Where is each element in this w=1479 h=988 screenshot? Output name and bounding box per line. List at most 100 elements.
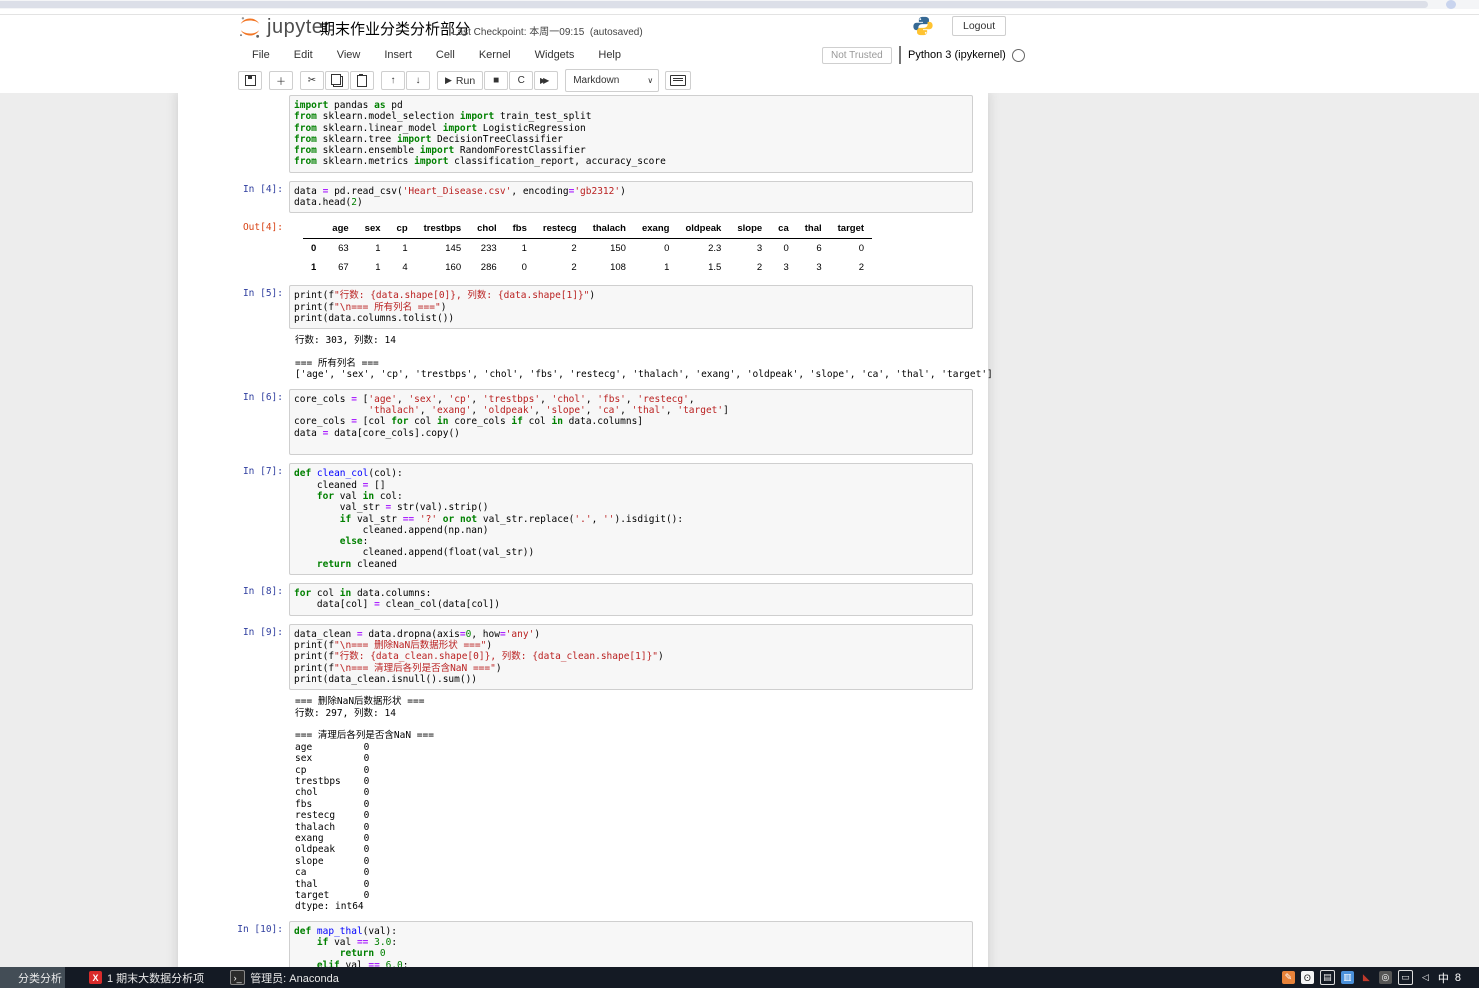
menu-edit[interactable]: Edit bbox=[282, 44, 325, 66]
menu-widgets[interactable]: Widgets bbox=[523, 44, 587, 66]
code-input-area[interactable]: def map_thal(val): if val == 3.0: return… bbox=[289, 920, 973, 967]
arrow-down-icon: ↓ bbox=[415, 75, 421, 86]
output-area: age sex cp trestbps chol fbs restecg thalach exa… bbox=[289, 219, 973, 277]
menu-file[interactable]: File bbox=[240, 44, 282, 66]
menu-cell[interactable]: Cell bbox=[424, 44, 467, 66]
table-cell: 1 bbox=[375, 262, 381, 274]
table-cell: 1 bbox=[375, 243, 381, 255]
code-line: print(f"\n=== 所有列名 ===") bbox=[294, 301, 447, 313]
menu-help[interactable]: Help bbox=[586, 44, 633, 66]
scrollbar-end-dot bbox=[1446, 0, 1456, 9]
save-icon bbox=[244, 75, 256, 86]
code-line: cleaned = [] bbox=[294, 479, 386, 491]
restart-run-all-button[interactable]: ▶▶ bbox=[534, 71, 559, 90]
code-line: from sklearn.ensemble import RandomFores… bbox=[294, 145, 586, 157]
code-input-area[interactable]: core_cols = ['age', 'sex', 'cp', 'trestb… bbox=[289, 388, 973, 456]
code-line: from sklearn.linear_model import Logisti… bbox=[294, 122, 586, 134]
table-cell: 3 bbox=[756, 243, 763, 255]
code-line: for col in data.columns: bbox=[294, 588, 432, 600]
notebook-title[interactable]: 期末作业分类分析部分 bbox=[320, 18, 470, 39]
code-input-area[interactable]: import pandas as pd from sklearn.model_se… bbox=[289, 95, 973, 173]
panda-tray-icon[interactable]: ʘ bbox=[1300, 971, 1314, 984]
save-button[interactable] bbox=[238, 71, 262, 90]
code-cell[interactable]: In [5]: print(f"行数: {data.shape[0]}, 列数: … bbox=[178, 285, 993, 381]
jupyter-logo[interactable]: jupyter bbox=[237, 15, 331, 39]
code-cell[interactable]: In [8]: for col in data.columns: data[col… bbox=[178, 583, 988, 616]
menu-insert[interactable]: Insert bbox=[372, 44, 424, 66]
code-cell[interactable]: In [10]: def map_thal(val): if val == 3.0… bbox=[178, 920, 988, 967]
arrow-up-icon: ↑ bbox=[390, 75, 396, 86]
pen-tray-icon[interactable]: ✎ bbox=[1281, 971, 1295, 984]
code-input-area[interactable]: for col in data.columns: data[col] = cle… bbox=[289, 583, 973, 616]
plus-icon: ＋ bbox=[276, 77, 286, 88]
table-cell: 3 bbox=[783, 262, 789, 274]
notebook-cells: import pandas as pd from sklearn.model_se… bbox=[178, 95, 993, 967]
horizontal-scrollbar[interactable] bbox=[0, 0, 1479, 9]
run-icon: ▶ bbox=[445, 75, 452, 85]
input-prompt: In [7]: bbox=[242, 466, 283, 478]
code-line: 'thalach', 'exang', 'oldpeak', 'slope', … bbox=[368, 405, 729, 417]
terminal-icon: ›_ bbox=[230, 970, 246, 985]
jupyter-logo-icon bbox=[240, 17, 260, 38]
code-input-area[interactable]: print(f"行数: {data.shape[0]}, 列数: {data.s… bbox=[289, 285, 973, 330]
code-cell[interactable]: In [6]: core_cols = ['age', 'sex', 'cp', … bbox=[178, 388, 988, 456]
volume-tray-icon[interactable]: ◁ bbox=[1419, 971, 1432, 984]
code-cell[interactable]: In [9]: data_clean = data.dropna(axis=0, … bbox=[178, 623, 988, 913]
table-header-cell: exang bbox=[641, 223, 670, 235]
menu-view[interactable]: View bbox=[325, 44, 373, 66]
code-line bbox=[294, 439, 968, 450]
not-trusted-badge[interactable]: Not Trusted bbox=[822, 47, 892, 64]
taskbar-item-notebook[interactable]: 分类分析 bbox=[0, 967, 65, 988]
run-button[interactable]: ▶ Run bbox=[437, 71, 484, 90]
notebook-page: import pandas as pd from sklearn.model_se… bbox=[0, 93, 1479, 967]
flag-tray-icon[interactable]: ◣ bbox=[1360, 971, 1373, 984]
taskbar-item-anaconda-prompt[interactable]: ›_ 管理员: Anaconda bbox=[230, 967, 339, 988]
scrollbar-thumb[interactable] bbox=[0, 1, 1428, 8]
table-cell: 4 bbox=[402, 262, 408, 274]
add-cell-button[interactable]: ＋ bbox=[269, 71, 293, 90]
table-cell: 108 bbox=[610, 262, 626, 274]
code-cell[interactable]: In [7]: def clean_col(col): cleaned = [] … bbox=[178, 463, 988, 576]
fast-forward-icon: ▶▶ bbox=[540, 76, 549, 85]
code-line: elif val == 6.0: bbox=[316, 959, 409, 967]
code-input-area[interactable]: def clean_col(col): cleaned = [] for val… bbox=[289, 463, 973, 576]
table-cell: 63 bbox=[338, 243, 349, 255]
interrupt-kernel-button[interactable]: ■ bbox=[484, 71, 509, 90]
cell-type-dropdown[interactable]: Markdown ∨ bbox=[565, 69, 660, 92]
code-line: def clean_col(col): bbox=[294, 468, 403, 480]
app-tray-icon[interactable]: ▥ bbox=[1340, 971, 1354, 984]
monitor-tray-icon[interactable]: ▭ bbox=[1397, 970, 1413, 985]
output-prompt: Out[4]: bbox=[242, 222, 283, 234]
copy-cell-button[interactable] bbox=[325, 71, 349, 90]
stop-icon: ■ bbox=[493, 75, 500, 86]
cut-cell-button[interactable]: ✂ bbox=[300, 71, 324, 90]
input-prompt: In [5]: bbox=[242, 288, 283, 300]
code-input-area[interactable]: data = pd.read_csv('Heart_Disease.csv', … bbox=[289, 180, 973, 214]
move-cell-down-button[interactable]: ↓ bbox=[406, 71, 430, 90]
menu-kernel[interactable]: Kernel bbox=[467, 44, 523, 66]
camera-tray-icon[interactable]: ◎ bbox=[1378, 971, 1392, 984]
command-palette-button[interactable] bbox=[665, 71, 692, 90]
move-cell-up-button[interactable]: ↑ bbox=[381, 71, 405, 90]
table-cell: 1 bbox=[664, 262, 670, 274]
code-line: print(data.columns.tolist()) bbox=[294, 312, 455, 324]
taskbar-item-project[interactable]: X 1 期末大数据分析项 bbox=[89, 967, 204, 988]
code-cell[interactable]: In [4]: data = pd.read_csv('Heart_Disease… bbox=[178, 180, 988, 278]
input-prompt: In [10]: bbox=[237, 923, 283, 935]
logout-button[interactable]: Logout bbox=[952, 16, 1007, 36]
paste-cell-button[interactable] bbox=[350, 71, 374, 90]
table-cell: 1 bbox=[402, 243, 408, 255]
code-input-area[interactable]: data_clean = data.dropna(axis=0, how='an… bbox=[289, 623, 973, 691]
notebook-header: jupyter 期末作业分类分析部分 Last Checkpoint: 本周一0… bbox=[0, 9, 1479, 45]
dataframe-table: age sex cp trestbps chol fbs restecg thalach exa… bbox=[303, 219, 873, 277]
code-line: print(f"\n=== 清理后各列是否含NaN ===") bbox=[294, 662, 502, 674]
table-cell: 145 bbox=[445, 243, 462, 255]
code-line: from sklearn.model_selection import trai… bbox=[294, 111, 592, 123]
clipboard-tray-icon[interactable]: ▤ bbox=[1319, 970, 1335, 985]
code-line: print(data_clean.isnull().sum()) bbox=[294, 673, 478, 685]
ime-indicator[interactable]: 中 bbox=[1438, 970, 1449, 986]
windows-taskbar: 分类分析 X 1 期末大数据分析项 ›_ 管理员: Anaconda ✎ ʘ ▤… bbox=[0, 967, 1479, 988]
code-cell[interactable]: import pandas as pd from sklearn.model_se… bbox=[178, 95, 988, 173]
menubar: File Edit View Insert Cell Kernel Widget… bbox=[0, 44, 1479, 69]
restart-kernel-button[interactable]: C bbox=[509, 71, 534, 90]
